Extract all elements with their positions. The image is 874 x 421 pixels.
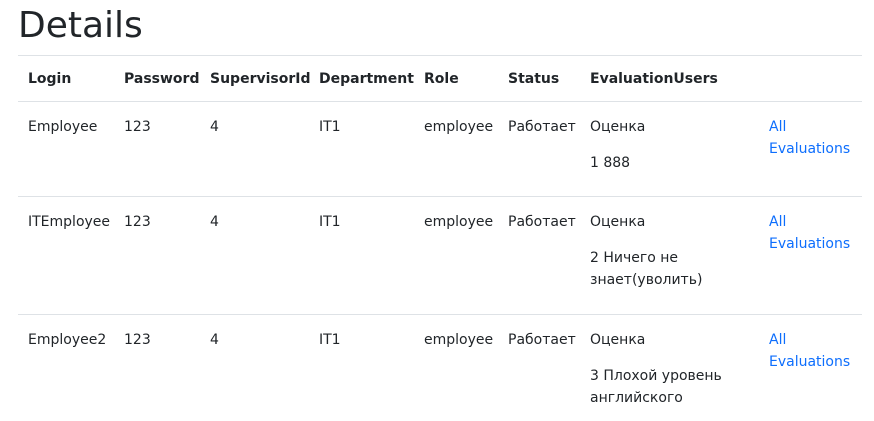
table-row: Employee 123 4 IT1 employee Работает Оце… <box>18 102 862 197</box>
cell-actions: All Evaluations <box>759 197 862 315</box>
cell-department: IT1 <box>319 214 341 230</box>
evaluation-label: Оценка <box>590 119 646 135</box>
header-role: Role <box>424 70 459 87</box>
evaluation-label: Оценка <box>590 214 646 230</box>
cell-supervisor-id: 4 <box>210 119 219 135</box>
cell-login: Employee2 <box>28 332 107 348</box>
header-actions <box>759 56 862 102</box>
cell-status: Работает <box>508 214 576 230</box>
cell-login: ITEmployee <box>28 214 111 230</box>
evaluation-label: Оценка <box>590 332 646 348</box>
cell-status: Работает <box>508 119 576 135</box>
cell-evaluation: Оценка 1 888 <box>580 102 759 197</box>
all-evaluations-link[interactable]: All Evaluations <box>769 116 850 160</box>
all-evaluations-link[interactable]: All Evaluations <box>769 211 850 255</box>
details-table: Login Password SupervisorId Department R… <box>18 55 862 421</box>
cell-supervisor-id: 4 <box>210 214 219 230</box>
all-evaluations-link[interactable]: All Evaluations <box>769 329 850 373</box>
cell-password: 123 <box>124 214 151 230</box>
header-row: Login Password SupervisorId Department R… <box>18 55 862 102</box>
page-title: Details <box>18 5 143 46</box>
cell-actions: All Evaluations <box>759 315 862 421</box>
cell-password: 123 <box>124 119 151 135</box>
cell-supervisor-id: 4 <box>210 332 219 348</box>
cell-status: Работает <box>508 332 576 348</box>
table-row: Employee2 123 4 IT1 employee Работает Оц… <box>18 315 862 421</box>
table-body: Employee 123 4 IT1 employee Работает Оце… <box>18 102 862 421</box>
header-evaluation-users: EvaluationUsers <box>590 70 718 87</box>
header-department: Department <box>319 70 414 87</box>
cell-evaluation: Оценка 2 Ничего не знает(уволить) <box>580 197 759 315</box>
evaluation-value: 2 Ничего не знает(уволить) <box>590 250 703 288</box>
cell-evaluation: Оценка 3 Плохой уровень английского <box>580 315 759 421</box>
header-login: Login <box>28 70 72 87</box>
cell-login: Employee <box>28 119 98 135</box>
cell-role: employee <box>424 214 494 230</box>
table-row: ITEmployee 123 4 IT1 employee Работает О… <box>18 197 862 315</box>
evaluation-value: 1 888 <box>590 155 631 171</box>
cell-role: employee <box>424 119 494 135</box>
cell-department: IT1 <box>319 119 341 135</box>
header-status: Status <box>508 70 560 87</box>
header-password: Password <box>124 70 200 87</box>
cell-role: employee <box>424 332 494 348</box>
cell-department: IT1 <box>319 332 341 348</box>
cell-password: 123 <box>124 332 151 348</box>
table-header: Login Password SupervisorId Department R… <box>18 55 862 102</box>
header-supervisor-id: SupervisorId <box>210 70 311 87</box>
evaluation-value: 3 Плохой уровень английского <box>590 368 722 406</box>
cell-actions: All Evaluations <box>759 102 862 197</box>
